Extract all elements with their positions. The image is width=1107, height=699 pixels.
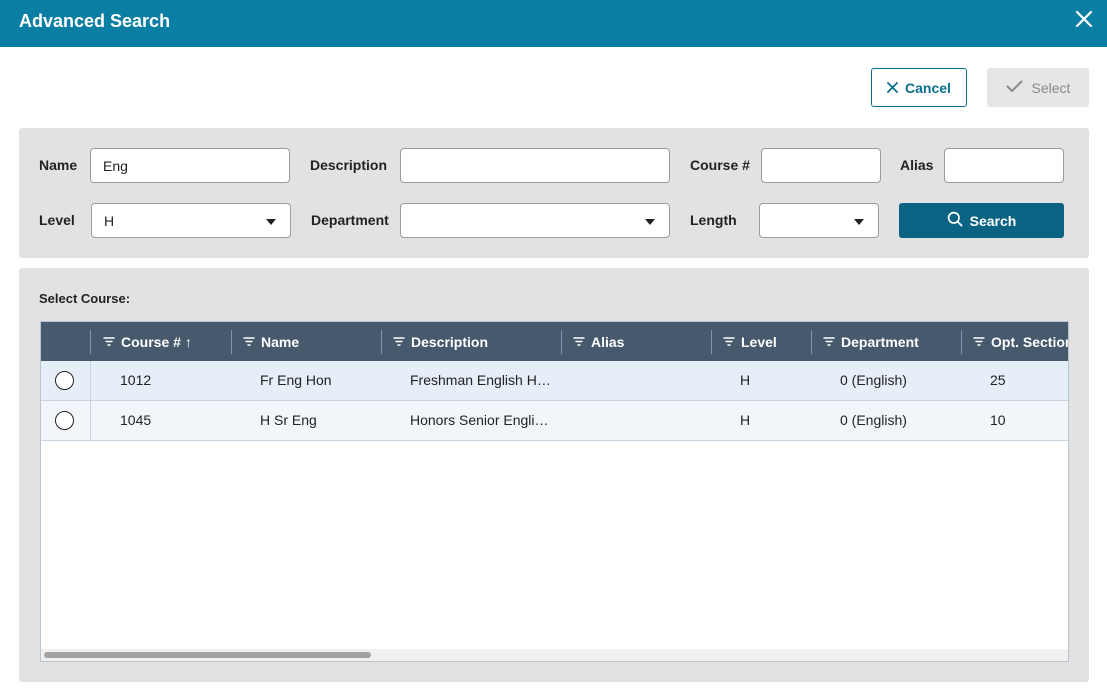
close-icon[interactable] — [1073, 8, 1095, 30]
cancel-button-label: Cancel — [905, 79, 951, 96]
column-header-label: Name — [261, 333, 300, 350]
cell-description: Freshman English H… — [410, 372, 551, 388]
chevron-down-icon — [645, 219, 655, 225]
search-button-label: Search — [969, 212, 1017, 229]
column-header-name[interactable]: Name — [231, 322, 381, 361]
description-input[interactable] — [400, 148, 670, 183]
filter-icon[interactable] — [973, 334, 985, 350]
checkmark-icon — [1006, 80, 1023, 96]
radio-icon[interactable] — [55, 371, 74, 390]
column-header-label: Level — [741, 333, 777, 350]
cell-opt-section: 10 — [990, 412, 1006, 428]
length-select[interactable] — [759, 203, 879, 238]
table-row[interactable]: 1012 Fr Eng Hon Freshman English H… H 0 … — [41, 361, 1068, 401]
department-label: Department — [311, 212, 389, 228]
column-header-label: Course # — [121, 333, 181, 350]
name-label: Name — [39, 157, 78, 173]
alias-input[interactable] — [944, 148, 1064, 183]
course-number-input[interactable] — [761, 148, 881, 183]
dialog-titlebar: Advanced Search — [0, 0, 1107, 47]
level-select[interactable]: H — [91, 203, 291, 238]
course-grid: Course # ↑ Name Description Alias Level — [40, 321, 1069, 662]
name-input[interactable]: Eng — [90, 148, 290, 183]
cell-level: H — [740, 372, 751, 388]
search-button[interactable]: Search — [899, 203, 1064, 238]
cell-course: 1045 — [120, 412, 152, 428]
chevron-down-icon — [266, 219, 276, 225]
cell-description: Honors Senior Engli… — [410, 412, 549, 428]
cell-opt-section: 25 — [990, 372, 1006, 388]
length-label: Length — [690, 212, 737, 228]
column-header-department[interactable]: Department — [811, 322, 961, 361]
cell-course: 1012 — [120, 372, 152, 388]
scrollbar-thumb[interactable] — [44, 652, 371, 658]
chevron-down-icon — [854, 219, 864, 225]
row-select-cell — [41, 401, 91, 440]
results-panel: Select Course: Course # ↑ Name Descripti… — [19, 268, 1089, 682]
select-button[interactable]: Select — [987, 68, 1089, 107]
search-filters-panel: Name Eng Description Course # Alias Leve… — [19, 128, 1089, 258]
radio-icon[interactable] — [55, 411, 74, 430]
column-header-level[interactable]: Level — [711, 322, 811, 361]
filter-icon[interactable] — [393, 334, 405, 350]
cell-level: H — [740, 412, 751, 428]
column-header-alias[interactable]: Alias — [561, 322, 711, 361]
dialog-title: Advanced Search — [19, 11, 171, 31]
filter-icon[interactable] — [573, 334, 585, 350]
alias-label: Alias — [900, 157, 934, 173]
grid-header: Course # ↑ Name Description Alias Level — [41, 322, 1069, 361]
table-row[interactable]: 1045 H Sr Eng Honors Senior Engli… H 0 (… — [41, 401, 1068, 441]
sort-up-icon: ↑ — [184, 333, 192, 350]
name-input-value: Eng — [103, 157, 128, 174]
level-select-value: H — [104, 212, 115, 229]
filter-icon[interactable] — [823, 334, 835, 350]
horizontal-scrollbar[interactable] — [41, 649, 1068, 661]
column-header-opt-section[interactable]: Opt. Section — [961, 322, 1069, 361]
course-number-label: Course # — [690, 157, 750, 173]
department-select[interactable] — [400, 203, 670, 238]
column-header-course[interactable]: Course # ↑ — [91, 322, 231, 361]
cancel-button[interactable]: Cancel — [871, 68, 967, 107]
select-button-label: Select — [1031, 79, 1071, 96]
filter-icon[interactable] — [103, 334, 115, 350]
cell-department: 0 (English) — [840, 372, 907, 388]
column-header-label: Description — [411, 333, 489, 350]
column-header-label: Department — [841, 333, 919, 350]
filter-icon[interactable] — [723, 334, 735, 350]
column-header-label: Opt. Section — [991, 333, 1069, 350]
results-title: Select Course: — [39, 291, 131, 306]
column-header-description[interactable]: Description — [381, 322, 561, 361]
cell-name: Fr Eng Hon — [260, 372, 332, 388]
level-label: Level — [39, 212, 75, 228]
search-icon — [947, 211, 963, 230]
description-label: Description — [310, 157, 388, 173]
filter-icon[interactable] — [243, 334, 255, 350]
cell-department: 0 (English) — [840, 412, 907, 428]
cell-name: H Sr Eng — [260, 412, 317, 428]
x-icon — [887, 80, 898, 96]
row-select-cell — [41, 361, 91, 400]
column-header-label: Alias — [591, 333, 625, 350]
